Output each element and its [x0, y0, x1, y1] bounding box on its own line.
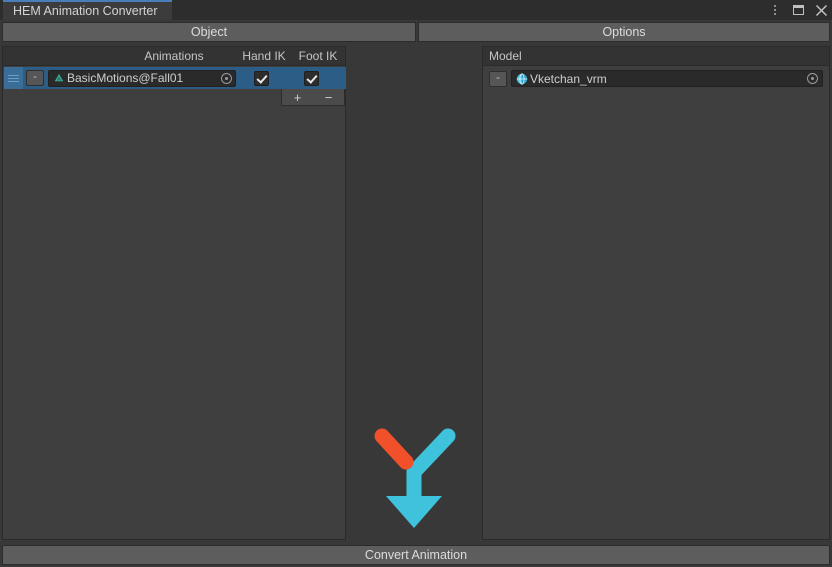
column-header-hand-ik: Hand IK	[239, 47, 289, 65]
animations-panel: Animations Hand IK Foot IK - BasicMotion…	[2, 46, 346, 540]
model-header-title: Model	[489, 47, 522, 65]
hem-animation-converter-window: HEM Animation Converter Object Options	[0, 0, 832, 567]
hand-ik-cell	[236, 71, 286, 86]
foot-ik-checkbox[interactable]	[304, 71, 319, 86]
model-object-picker-icon[interactable]	[806, 72, 819, 85]
foot-ik-cell	[286, 71, 336, 86]
convert-animation-label: Convert Animation	[365, 548, 467, 562]
mode-tabstrip: Object Options	[0, 22, 832, 42]
window-tab-label: HEM Animation Converter	[13, 4, 158, 18]
animation-clip-name: BasicMotions@Fall01	[67, 71, 220, 85]
kebab-menu-icon[interactable]	[768, 3, 782, 17]
game-object-icon	[515, 72, 528, 85]
maximize-icon[interactable]	[791, 3, 805, 17]
animations-panel-header: Animations Hand IK Foot IK	[3, 47, 345, 66]
model-object-name: Vketchan_vrm	[530, 72, 806, 86]
list-footer-controls: + −	[281, 89, 345, 106]
close-icon[interactable]	[814, 3, 828, 17]
model-remove-button[interactable]: -	[489, 71, 507, 87]
tab-options-label: Options	[602, 25, 645, 39]
column-header-foot-ik: Foot IK	[293, 47, 343, 65]
animation-clip-field[interactable]: BasicMotions@Fall01	[48, 70, 236, 87]
animation-clip-icon	[52, 72, 65, 85]
reorder-handle-icon[interactable]	[4, 67, 23, 89]
window-controls	[768, 0, 828, 20]
model-row: - Vketchan_vrm	[489, 69, 823, 88]
window-tab-hem-animation-converter[interactable]: HEM Animation Converter	[3, 0, 172, 20]
model-panel: Model - Vketchan_vrm	[482, 46, 830, 540]
tab-object[interactable]: Object	[2, 22, 416, 42]
hand-ik-checkbox[interactable]	[254, 71, 269, 86]
table-row[interactable]: - BasicMotions@Fall01	[4, 67, 346, 89]
convert-animation-button[interactable]: Convert Animation	[2, 545, 830, 565]
remove-animation-button[interactable]: −	[319, 91, 339, 104]
tab-options[interactable]: Options	[418, 22, 830, 42]
tab-object-label: Object	[191, 25, 227, 39]
model-object-field[interactable]: Vketchan_vrm	[511, 70, 823, 87]
model-panel-header: Model	[483, 47, 829, 66]
object-picker-icon[interactable]	[220, 72, 233, 85]
window-titlebar: HEM Animation Converter	[0, 0, 832, 20]
add-animation-button[interactable]: +	[288, 91, 308, 104]
animations-header-columns: Hand IK Foot IK	[239, 47, 343, 65]
convert-arrow-logo	[366, 420, 466, 532]
row-remove-button[interactable]: -	[26, 70, 44, 86]
